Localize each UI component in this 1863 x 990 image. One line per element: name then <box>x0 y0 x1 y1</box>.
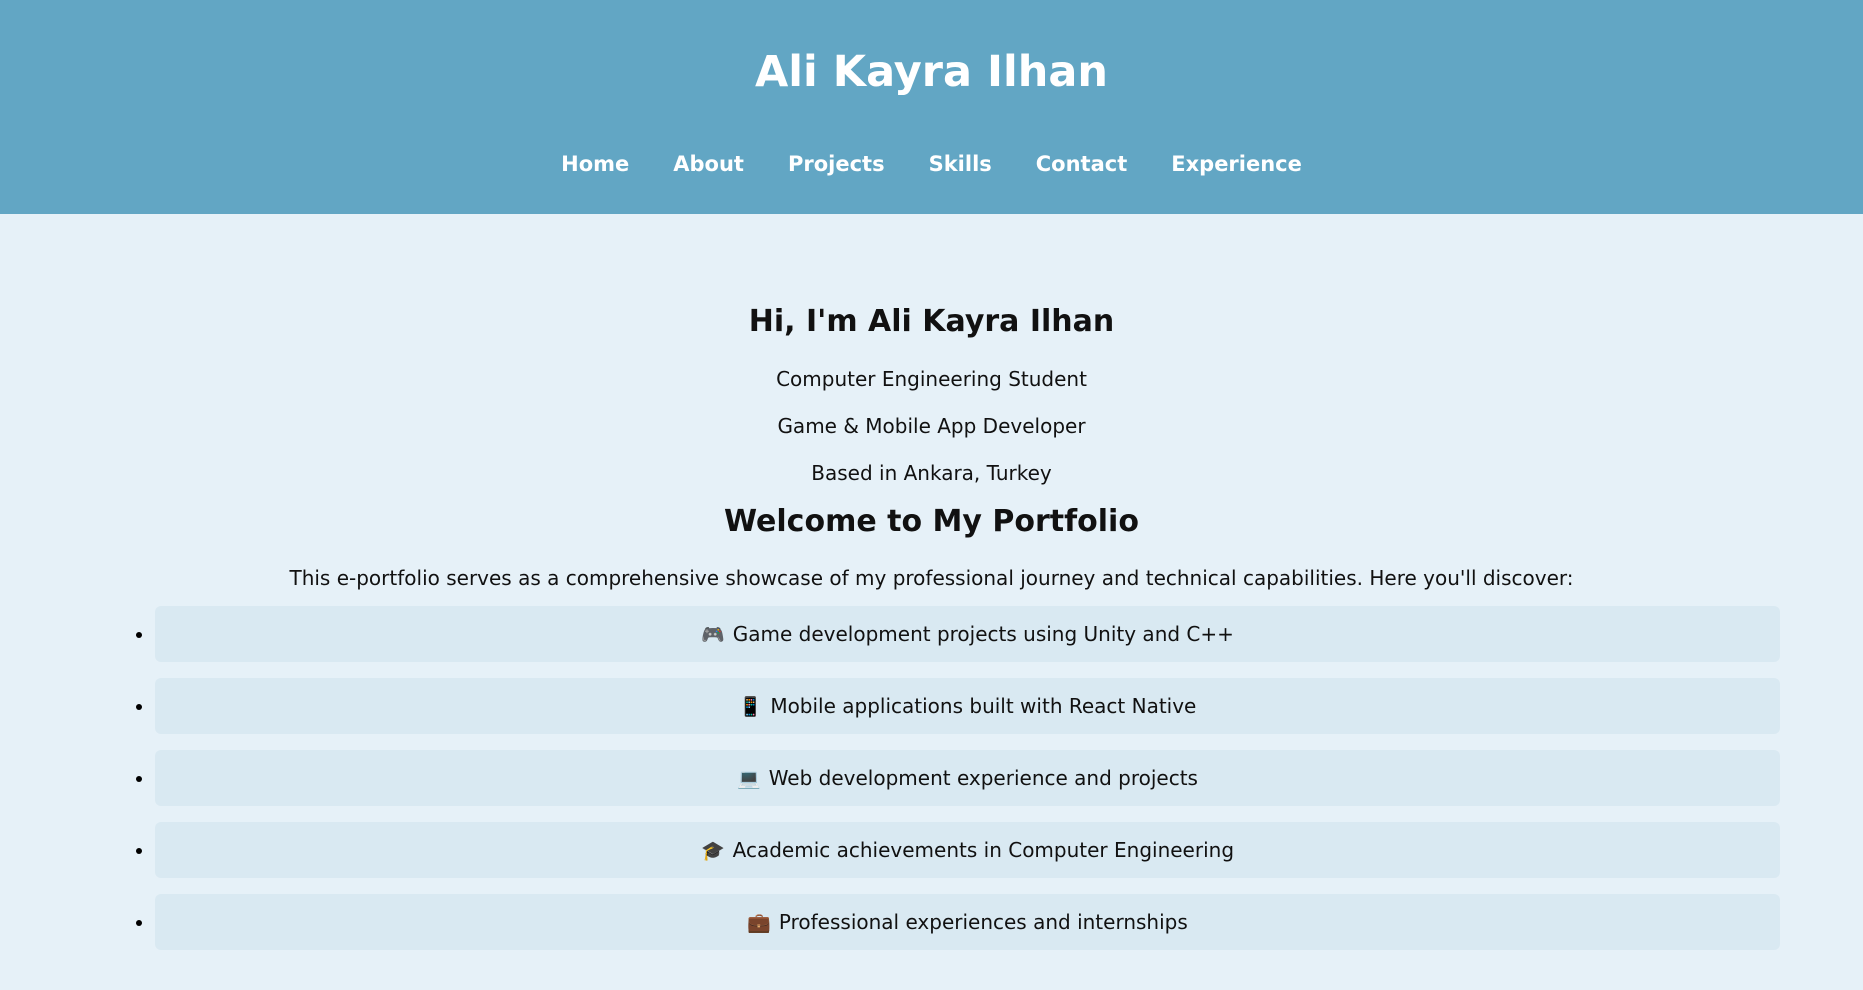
laptop-icon: 💻 <box>737 768 761 790</box>
feature-item-mobile-apps: 📱 Mobile applications built with React Na… <box>155 678 1780 734</box>
nav-link-skills[interactable]: Skills <box>929 152 992 176</box>
feature-item-academic: 🎓 Academic achievements in Computer Engin… <box>155 822 1780 878</box>
feature-item-game-development: 🎮 Game development projects using Unity a… <box>155 606 1780 662</box>
feature-text: Web development experience and projects <box>768 766 1198 790</box>
nav-link-projects[interactable]: Projects <box>788 152 885 176</box>
game-controller-icon: 🎮 <box>701 624 725 646</box>
feature-item-web-development: 💻 Web development experience and projects <box>155 750 1780 806</box>
feature-text: Game development projects using Unity an… <box>732 622 1234 646</box>
feature-text: Academic achievements in Computer Engine… <box>732 838 1235 862</box>
nav-link-experience[interactable]: Experience <box>1171 152 1302 176</box>
hero-section: Hi, I'm Ali Kayra Ilhan Computer Enginee… <box>0 214 1863 950</box>
nav-link-about[interactable]: About <box>673 152 744 176</box>
graduation-cap-icon: 🎓 <box>700 840 725 862</box>
nav-link-contact[interactable]: Contact <box>1036 152 1128 176</box>
hero-location: Based in Ankara, Turkey <box>811 461 1052 485</box>
hero-role: Computer Engineering Student <box>776 367 1087 391</box>
feature-item-professional: 💼 Professional experiences and internship… <box>155 894 1780 950</box>
hero-specialty: Game & Mobile App Developer <box>777 414 1086 438</box>
feature-text: Professional experiences and internships <box>778 910 1188 934</box>
mobile-phone-icon: 📱 <box>738 696 763 718</box>
intro-text: This e-portfolio serves as a comprehensi… <box>289 566 1574 590</box>
main-nav: Home About Projects Skills Contact Exper… <box>0 152 1863 176</box>
site-header: Ali Kayra Ilhan Home About Projects Skil… <box>0 0 1863 214</box>
hero-greeting: Hi, I'm Ali Kayra Ilhan <box>748 304 1115 339</box>
briefcase-icon: 💼 <box>747 912 771 934</box>
site-title: Ali Kayra Ilhan <box>755 47 1108 97</box>
nav-link-home[interactable]: Home <box>561 152 629 176</box>
feature-text: Mobile applications built with React Nat… <box>770 694 1197 718</box>
feature-list: 🎮 Game development projects using Unity a… <box>0 606 1780 950</box>
welcome-heading: Welcome to My Portfolio <box>724 504 1139 539</box>
